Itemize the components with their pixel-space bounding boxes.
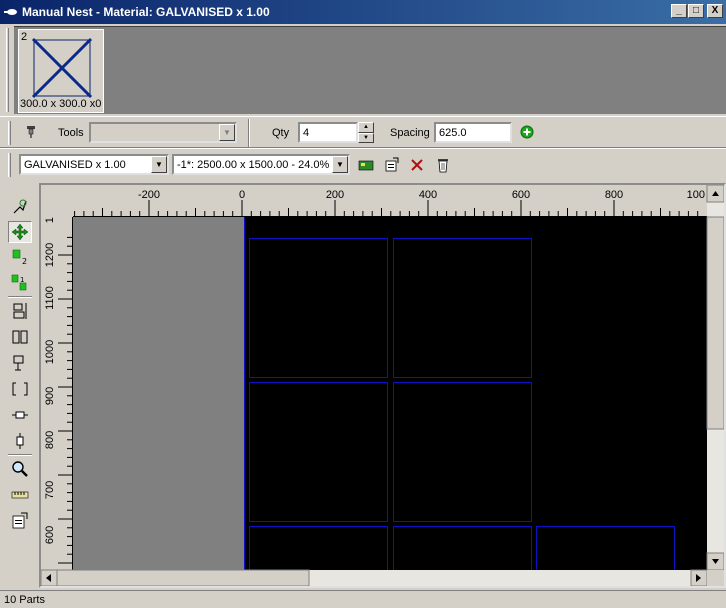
zoom-icon[interactable]	[8, 458, 32, 480]
properties-icon[interactable]	[383, 156, 401, 174]
horizontal-scrollbar[interactable]	[41, 569, 724, 586]
material-value: GALVANISED x 1.00	[24, 158, 126, 171]
part-qty: 2	[21, 31, 28, 43]
ruler-y-label: 800	[44, 431, 56, 449]
trash-icon[interactable]	[434, 156, 452, 174]
ruler-x-label: 0	[239, 189, 245, 201]
toolbar-top: Tools ▼ Qty 4 ▲ ▼ Spacing 625.0	[0, 116, 726, 148]
minimize-button[interactable]: _	[671, 4, 687, 18]
vertical-scrollbar[interactable]	[706, 185, 724, 571]
sheet-select[interactable]: -1*: 2500.00 x 1500.00 - 24.0% ▼	[172, 154, 350, 175]
sheet-icon[interactable]	[357, 156, 375, 174]
horizontal-icon[interactable]	[8, 404, 32, 426]
ruler-x-label: 200	[326, 189, 344, 201]
scroll-corner	[707, 570, 724, 586]
palette-separator	[8, 454, 32, 456]
svg-text:1: 1	[20, 276, 24, 284]
palette-separator	[8, 296, 32, 298]
spacing-value: 625.0	[439, 126, 467, 139]
toolbar-bottom: GALVANISED x 1.00 ▼ -1*: 2500.00 x 1500.…	[0, 148, 726, 180]
app-icon	[4, 9, 17, 15]
tool-palette: 2 1	[6, 188, 34, 534]
status-text: 10 Parts	[4, 593, 45, 606]
align-center-icon[interactable]	[8, 326, 32, 348]
qty-label: Qty	[272, 127, 290, 139]
nest-canvas-frame: -200 0 200 400 600 800 100 1300 1200 110…	[39, 183, 726, 588]
ruler-y-label: 1200	[44, 243, 56, 267]
ruler-y-label: 900	[44, 387, 56, 405]
qty-value: 4	[303, 126, 310, 139]
sheet-area	[244, 217, 707, 570]
chevron-down-icon: ▼	[151, 156, 167, 173]
title-bar: Manual Nest - Material: GALVANISED x 1.0…	[0, 0, 726, 24]
ruler-x-label: 800	[605, 189, 623, 201]
parts-grip	[6, 28, 9, 112]
stepper-up-icon[interactable]: ▲	[358, 122, 374, 133]
svg-text:2: 2	[22, 257, 27, 266]
ruler-x-label: 600	[512, 189, 530, 201]
ruler-x-label: 400	[419, 189, 437, 201]
ruler-y-label: 1100	[44, 286, 56, 310]
pin-icon[interactable]	[22, 123, 40, 141]
parts-strip: 2 300.0 x 300.0 x0	[14, 26, 726, 114]
window-controls: _ □ X	[671, 4, 723, 18]
ruler-y-label: 1000	[44, 340, 56, 364]
qty-stepper[interactable]: ▲ ▼	[358, 122, 374, 143]
ruler-x-label: 100	[687, 189, 705, 201]
ruler-corner	[41, 185, 73, 217]
fit-icon[interactable]	[8, 378, 32, 400]
nest-all-icon[interactable]: 1	[8, 272, 32, 294]
part-thumbnail[interactable]: 2 300.0 x 300.0 x0	[18, 29, 104, 113]
vertical-icon[interactable]	[8, 430, 32, 452]
scroll-thumb-horizontal[interactable]	[56, 569, 310, 586]
scroll-thumb-vertical[interactable]	[706, 216, 724, 430]
offsheet-area	[73, 217, 244, 570]
add-icon[interactable]	[518, 123, 536, 141]
tools-label: Tools	[58, 127, 84, 139]
delete-icon[interactable]	[408, 156, 426, 174]
toolbar-grip	[8, 121, 11, 145]
close-button[interactable]: X	[707, 4, 723, 18]
tools-select[interactable]: ▼	[89, 122, 237, 143]
qty-input[interactable]: 4	[298, 122, 358, 143]
toolbar-separator	[248, 119, 250, 147]
status-bar: 10 Parts	[0, 590, 726, 608]
maximize-button[interactable]: □	[688, 4, 704, 18]
window-title: Manual Nest - Material: GALVANISED x 1.0…	[22, 5, 270, 19]
stepper-down-icon[interactable]: ▼	[358, 132, 374, 143]
settings-icon[interactable]	[8, 510, 32, 532]
nest-one-icon[interactable]: 2	[8, 246, 32, 268]
move-icon[interactable]	[8, 221, 32, 243]
pick-icon[interactable]	[8, 196, 32, 218]
ruler-y-label: 600	[44, 526, 56, 544]
ruler-y-label: 700	[44, 481, 56, 499]
ruler-x-label: -200	[138, 189, 160, 201]
chevron-down-icon: ▼	[332, 156, 348, 173]
toolbar-grip	[8, 153, 11, 177]
sheet-value: -1*: 2500.00 x 1500.00 - 24.0%	[177, 158, 330, 171]
spacing-label: Spacing	[390, 127, 430, 139]
align-left-icon[interactable]	[8, 300, 32, 322]
snap-icon[interactable]	[8, 352, 32, 374]
material-select[interactable]: GALVANISED x 1.00 ▼	[19, 154, 169, 175]
spacing-input[interactable]: 625.0	[434, 122, 512, 143]
chevron-down-icon: ▼	[219, 124, 235, 141]
nest-canvas[interactable]: -200 0 200 400 600 800 100 1300 1200 110…	[41, 185, 724, 586]
part-dimensions: 300.0 x 300.0 x0	[20, 98, 102, 110]
measure-icon[interactable]	[8, 484, 32, 506]
part-preview-icon	[31, 37, 93, 99]
